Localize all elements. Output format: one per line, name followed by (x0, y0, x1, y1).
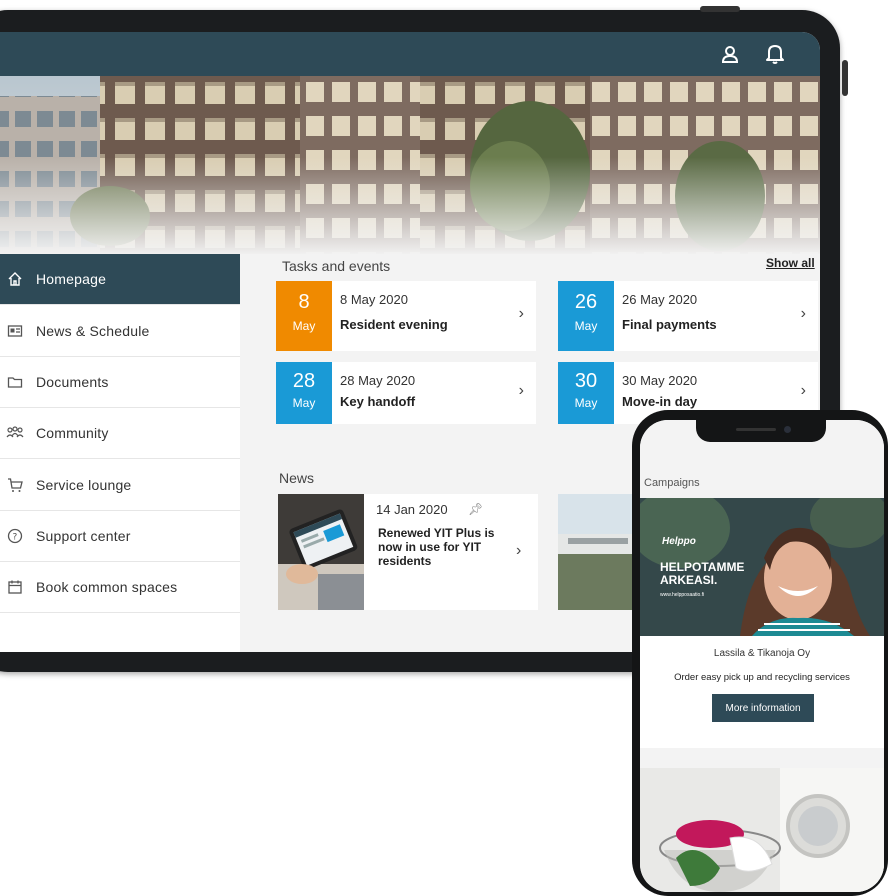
sidebar-item-documents[interactable]: Documents (0, 357, 240, 408)
phone-camera (784, 426, 791, 433)
task-date-badge: 30 May (558, 362, 614, 424)
campaign-info: Lassila & Tikanoja Oy Order easy pick up… (640, 636, 884, 748)
phone-screen: Campaigns Helppo HELPOTAMME ARKEASI. www… (640, 420, 884, 892)
task-date: 28 May 2020 (340, 373, 416, 388)
sidebar-item-label: Book common spaces (36, 579, 178, 595)
section-divider (640, 748, 884, 768)
task-date-badge: 28 May (276, 362, 332, 424)
ad-headline-2: ARKEASI. (660, 573, 718, 587)
calendar-icon (6, 578, 24, 596)
hero-building-image (0, 76, 820, 256)
sidebar-item-book-common-spaces[interactable]: Book common spaces (0, 562, 240, 613)
ad-brand-logo: Helppo (662, 536, 696, 547)
news-card[interactable]: 14 Jan 2020 📌︎ Renewed YIT Plus is now i… (278, 494, 538, 610)
tablet-button (700, 6, 740, 12)
sidebar-item-community[interactable]: Community (0, 408, 240, 459)
chevron-right-icon: › (518, 305, 524, 322)
tasks-section-title: Tasks and events (282, 258, 391, 274)
task-day: 28 (292, 370, 316, 392)
chevron-right-icon: › (800, 305, 806, 322)
task-day: 26 (574, 291, 598, 313)
user-icon[interactable] (720, 44, 740, 64)
app-header (0, 32, 820, 76)
phone-notch (696, 418, 826, 442)
task-month: May (574, 396, 598, 410)
laundry-campaign-image[interactable] (640, 768, 884, 892)
folder-icon (6, 373, 24, 391)
sidebar-item-label: Support center (36, 528, 131, 544)
sidebar: Homepage News & Schedule Documents Commu… (0, 254, 240, 652)
sidebar-item-label: News & Schedule (36, 323, 150, 339)
task-date: 30 May 2020 (622, 373, 698, 388)
task-month: May (574, 319, 598, 333)
news-date: 14 Jan 2020 (376, 502, 448, 517)
people-icon (6, 424, 24, 442)
home-icon (6, 270, 24, 288)
sidebar-item-label: Service lounge (36, 477, 132, 493)
task-title: Move-in day (622, 394, 698, 409)
tablet-side-button (842, 60, 848, 96)
chevron-right-icon: › (800, 382, 806, 399)
campaign-description: Order easy pick up and recycling service… (674, 672, 850, 683)
sidebar-item-label: Community (36, 425, 109, 441)
task-card-resident-evening[interactable]: 8 May 8 May 2020 Resident evening › (276, 281, 536, 351)
task-day: 8 (298, 291, 310, 313)
news-title: Renewed YIT Plus is now in use for YIT r… (378, 526, 495, 568)
sidebar-item-homepage[interactable]: Homepage (0, 254, 240, 305)
help-icon: ? (6, 527, 24, 545)
sidebar-item-label: Documents (36, 374, 109, 390)
task-title: Resident evening (340, 317, 448, 332)
news-thumbnail-image (278, 494, 364, 610)
chevron-right-icon: › (518, 382, 524, 399)
cart-icon (6, 476, 24, 494)
campaign-company: Lassila & Tikanoja Oy (713, 648, 811, 659)
task-month: May (292, 396, 316, 410)
task-card-final-payments[interactable]: 26 May 26 May 2020 Final payments › (558, 281, 818, 351)
task-card-key-handoff[interactable]: 28 May 28 May 2020 Key handoff › (276, 362, 536, 424)
task-day: 30 (574, 370, 598, 392)
sidebar-item-support-center[interactable]: ? Support center (0, 511, 240, 562)
sidebar-item-service-lounge[interactable]: Service lounge (0, 460, 240, 511)
phone-speaker (736, 428, 776, 431)
news-section-title: News (279, 470, 315, 486)
svg-text:?: ? (13, 533, 18, 543)
campaign-ad-image[interactable]: Helppo HELPOTAMME ARKEASI. www.helpposaa… (640, 498, 884, 636)
more-information-button[interactable]: More information (712, 694, 814, 722)
task-title: Key handoff (340, 394, 416, 409)
ad-headline-1: HELPOTAMME (660, 560, 745, 574)
campaigns-title: Campaigns (644, 477, 700, 489)
bell-icon[interactable] (765, 43, 785, 65)
task-date-badge: 26 May (558, 281, 614, 351)
sidebar-item-label: Homepage (36, 271, 107, 287)
show-all-link[interactable]: Show all (766, 256, 815, 270)
task-date-badge: 8 May (276, 281, 332, 351)
task-date: 8 May 2020 (340, 292, 408, 307)
task-date: 26 May 2020 (622, 292, 698, 307)
ad-url: www.helpposaatio.fi (660, 592, 705, 598)
sidebar-item-news-schedule[interactable]: News & Schedule (0, 306, 240, 357)
task-title: Final payments (622, 317, 717, 332)
task-month: May (292, 319, 316, 333)
pin-icon: 📌︎ (468, 502, 484, 516)
calendar-news-icon (6, 322, 24, 340)
chevron-right-icon: › (516, 542, 522, 559)
